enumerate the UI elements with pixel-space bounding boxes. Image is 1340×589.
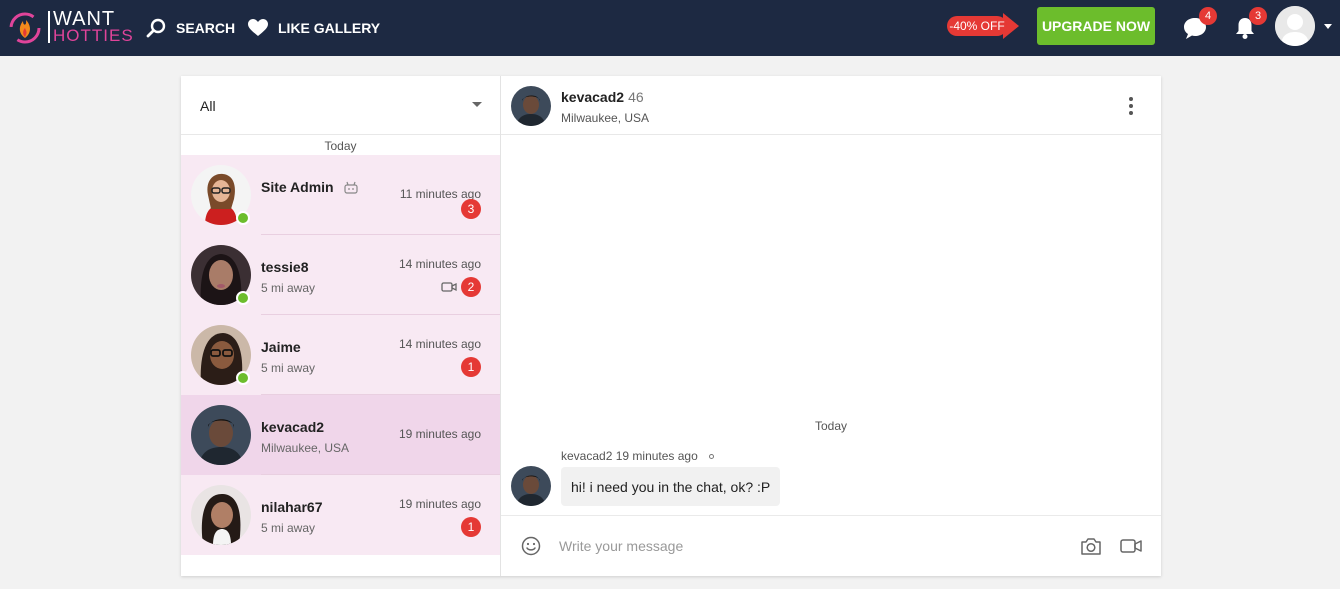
logo-divider [48,11,50,43]
promo-label: -40% OFF [947,16,1007,36]
message-input[interactable] [559,534,1039,558]
chat-partner-avatar[interactable] [511,86,551,126]
conversation-name: Site Admin [261,179,358,195]
chat-partner-username: kevacad2 [561,89,625,105]
conversation-time: 19 minutes ago [398,427,481,441]
conversation-distance: 5 mi away [261,361,316,375]
heart-icon [248,19,268,36]
messenger-panel: All Today Site Admin 11 minutes ago 3 te… [181,76,1161,576]
avatar-photo [191,485,251,545]
conversation-name: tessie8 [261,259,309,275]
user-menu-caret-icon[interactable] [1324,24,1332,29]
online-status-indicator [236,371,250,385]
conversation-item[interactable]: Jaime 5 mi away 14 minutes ago 1 [181,315,500,395]
avatar-photo [511,86,551,126]
like-gallery-nav-link[interactable]: LIKE GALLERY [248,17,380,39]
conversation-item[interactable]: nilahar67 5 mi away 19 minutes ago 1 [181,475,500,555]
conversation-item[interactable]: tessie8 5 mi away 14 minutes ago 2 [181,235,500,315]
conversation-time: 14 minutes ago [398,257,481,271]
conversation-location: Milwaukee, USA [261,441,350,455]
discount-promo[interactable]: -40% OFF [947,13,1019,39]
unread-count-badge: 1 [461,357,481,377]
upgrade-now-button[interactable]: UPGRADE NOW [1037,7,1155,45]
chat-partner-age: 46 [628,89,644,105]
message-sender-avatar[interactable] [511,466,551,506]
chat-header: kevacad2 46 Milwaukee, USA [501,76,1161,135]
conversation-item-active[interactable]: kevacad2 Milwaukee, USA 19 minutes ago [181,395,500,475]
conversation-distance: 5 mi away [261,521,316,535]
avatar-photo [511,466,551,506]
message-composer [501,515,1161,576]
conversation-day-header: Today [324,139,357,153]
conversation-item[interactable]: Site Admin 11 minutes ago 3 [181,155,500,235]
chat-day-header: Today [814,419,848,433]
conversation-list: Site Admin 11 minutes ago 3 tessie8 5 mi… [181,155,500,555]
message-time: 19 minutes ago [615,449,698,463]
default-user-icon [1275,6,1315,46]
unread-count-badge: 1 [461,517,481,537]
messages-badge: 4 [1199,7,1217,25]
robot-icon [343,181,358,194]
top-navigation-bar: WANT HOTTIES SEARCH LIKE GALLERY -40% OF… [0,0,1340,56]
conversation-name: kevacad2 [261,419,325,435]
message-meta: kevacad2 19 minutes ago [561,449,715,463]
conversation-time: 14 minutes ago [398,337,481,351]
unread-count-badge: 2 [461,277,481,297]
online-status-indicator [236,211,250,225]
conversation-filter-select[interactable]: All [181,76,500,135]
unread-count-badge: 3 [461,199,481,219]
chevron-down-icon [472,102,482,107]
like-gallery-nav-label: LIKE GALLERY [278,20,381,36]
chat-area: kevacad2 46 Milwaukee, USA Today kevacad2… [501,76,1161,576]
messages-button[interactable]: 4 [1181,7,1217,42]
brand-line-2: HOTTIES [53,26,134,45]
chat-partner-name[interactable]: kevacad2 46 [561,89,644,105]
conversation-time: 19 minutes ago [398,497,481,511]
camera-icon[interactable] [1080,537,1102,556]
user-avatar[interactable] [1275,6,1315,46]
conversation-name: Jaime [261,339,301,355]
filter-selected-value: All [200,98,216,114]
avatar-photo [191,405,251,465]
avatar [191,485,251,545]
brand-logo[interactable]: WANT HOTTIES [8,8,133,47]
message-bubble: hi! i need you in the chat, ok? :P [561,467,781,506]
search-nav-link[interactable]: SEARCH [146,17,235,39]
chat-partner-location: Milwaukee, USA [561,111,650,125]
message-sender: kevacad2 [561,449,613,463]
video-call-icon [441,282,457,292]
conversation-distance: 5 mi away [261,281,316,295]
more-options-icon[interactable] [1121,94,1141,118]
online-status-indicator [236,291,250,305]
flame-logo-icon [9,12,41,44]
conversation-name-text: Site Admin [261,179,334,195]
emoji-icon[interactable] [521,536,541,556]
conversation-sidebar: All Today Site Admin 11 minutes ago 3 te… [181,76,501,576]
read-status-icon [709,454,715,459]
search-nav-label: SEARCH [176,20,236,36]
search-icon [146,18,166,38]
notifications-badge: 3 [1249,7,1267,25]
conversation-name: nilahar67 [261,499,323,515]
notifications-button[interactable]: 3 [1231,7,1267,42]
video-icon[interactable] [1120,537,1142,555]
avatar [191,405,251,465]
